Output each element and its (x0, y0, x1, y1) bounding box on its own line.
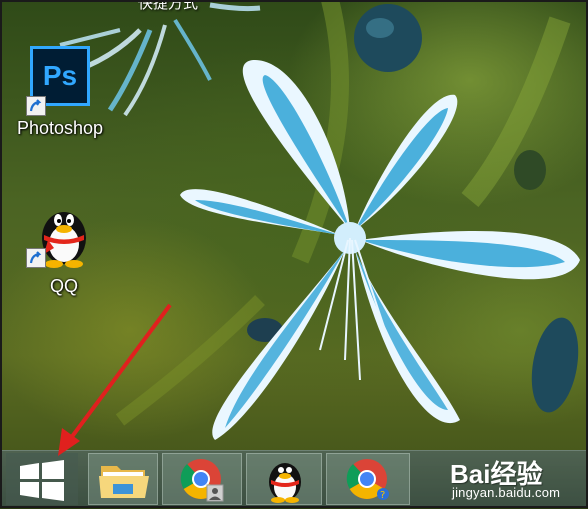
desktop-wallpaper: 快捷方式 Ps Photoshop QQ (0, 0, 588, 508)
red-arrow-annotation (58, 303, 172, 456)
